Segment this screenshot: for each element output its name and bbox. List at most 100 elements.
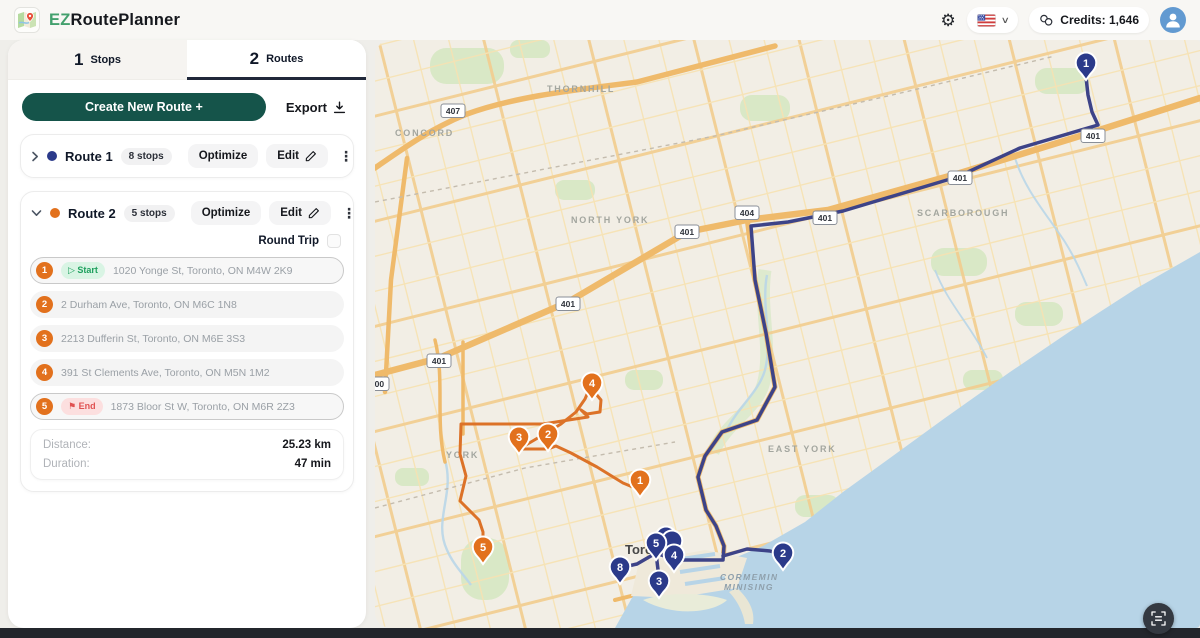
route2-edit-button[interactable]: Edit [269, 201, 331, 225]
route-card-2: Route 2 5 stops Optimize Edit ⋮ Round Tr… [20, 191, 354, 492]
svg-text:401: 401 [1086, 131, 1100, 141]
export-label: Export [286, 100, 327, 115]
credits-label: Credits: 1,646 [1060, 13, 1139, 27]
tab-stops-count: 1 [74, 50, 83, 70]
svg-text:404: 404 [740, 208, 754, 218]
us-flag-icon [977, 14, 996, 27]
tab-bar: 1 Stops 2 Routes [8, 40, 366, 80]
highway-shield-404: 404 [735, 206, 759, 220]
pencil-icon [308, 207, 320, 219]
pencil-icon [305, 150, 317, 162]
brand-ez: EZ [49, 11, 70, 29]
language-selector[interactable]: ∨ [967, 7, 1019, 33]
svg-text:5: 5 [480, 542, 486, 554]
top-bar: EZRoutePlanner ⚙ ∨ [0, 0, 1200, 40]
tab-routes[interactable]: 2 Routes [187, 40, 366, 80]
route1-name: Route 1 [65, 149, 113, 164]
stop-address: 391 St Clements Ave, Toronto, ON M5N 1M2 [61, 367, 270, 379]
tab-stops-label: Stops [90, 54, 121, 66]
coins-icon [1039, 14, 1054, 27]
round-trip-checkbox[interactable] [327, 234, 341, 248]
brand-rest: RoutePlanner [70, 11, 180, 29]
user-avatar[interactable] [1160, 7, 1186, 33]
map-water-label: CORMEMIN [720, 572, 778, 582]
svg-text:1: 1 [1083, 58, 1089, 70]
highway-shield-401: 401 [948, 171, 972, 185]
highway-shield-401: 401 [1081, 129, 1105, 143]
svg-text:401: 401 [432, 356, 446, 366]
map-fit-bounds-button[interactable] [1143, 603, 1174, 634]
page-bottom-edge [0, 628, 1200, 638]
route1-optimize-button[interactable]: Optimize [188, 144, 259, 168]
distance-label: Distance: [43, 439, 91, 451]
app-brand: EZRoutePlanner [14, 7, 180, 33]
map-water-label: MINISING [724, 582, 774, 592]
credits-pill[interactable]: Credits: 1,646 [1029, 7, 1149, 33]
svg-text:401: 401 [953, 173, 967, 183]
map-area-label: THORNHILL [547, 84, 615, 94]
route2-optimize-button[interactable]: Optimize [191, 201, 262, 225]
stop-item-1[interactable]: 1▷ Start1020 Yonge St, Toronto, ON M4W 2… [30, 257, 344, 284]
export-button[interactable]: Export [280, 99, 352, 116]
svg-text:3: 3 [516, 432, 522, 444]
map[interactable]: CONCORDTHORNHILLNORTH YORKSCARBOROUGHEAS… [375, 40, 1200, 628]
route2-stops-badge: 5 stops [124, 205, 175, 222]
svg-text:2: 2 [780, 548, 786, 560]
sidebar-panel: 1 Stops 2 Routes Create New Route + Expo… [8, 40, 366, 628]
stops-list: 1▷ Start1020 Yonge St, Toronto, ON M4W 2… [21, 255, 353, 426]
stop-number-badge: 2 [36, 296, 53, 313]
settings-gear-icon[interactable]: ⚙ [940, 12, 955, 29]
svg-text:5: 5 [653, 538, 659, 550]
stop-item-4[interactable]: 4 391 St Clements Ave, Toronto, ON M5N 1M… [30, 359, 344, 386]
tab-routes-count: 2 [250, 49, 259, 69]
round-trip-label: Round Trip [258, 235, 319, 247]
tab-stops[interactable]: 1 Stops [8, 40, 187, 80]
chevron-right-icon[interactable] [31, 151, 39, 162]
svg-text:3: 3 [656, 576, 662, 588]
svg-text:400: 400 [375, 379, 384, 389]
route2-edit-label: Edit [280, 207, 302, 219]
tab-routes-label: Routes [266, 53, 303, 65]
svg-text:407: 407 [446, 106, 460, 116]
route1-more-menu-icon[interactable]: ⋮ [336, 149, 356, 163]
svg-text:401: 401 [818, 213, 832, 223]
stop-number-badge: 5 [36, 398, 53, 415]
map-area-label: SCARBOROUGH [917, 208, 1009, 218]
svg-text:1: 1 [637, 475, 643, 487]
route2-name: Route 2 [68, 206, 116, 221]
svg-text:401: 401 [561, 299, 575, 309]
route1-edit-label: Edit [277, 150, 299, 162]
route1-edit-button[interactable]: Edit [266, 144, 328, 168]
stop-address: 1873 Bloor St W, Toronto, ON M6R 2Z3 [111, 401, 295, 413]
brand-text: EZRoutePlanner [49, 11, 180, 30]
map-canvas[interactable]: CONCORDTHORNHILLNORTH YORKSCARBOROUGHEAS… [375, 40, 1200, 628]
svg-text:401: 401 [680, 227, 694, 237]
stop-item-3[interactable]: 32213 Dufferin St, Toronto, ON M6E 3S3 [30, 325, 344, 352]
highway-shield-407: 407 [441, 104, 465, 118]
create-new-route-button[interactable]: Create New Route + [22, 93, 266, 121]
svg-text:8: 8 [617, 562, 623, 574]
scan-lines-icon [1151, 611, 1166, 626]
stop-item-2[interactable]: 22 Durham Ave, Toronto, ON M6C 1N8 [30, 291, 344, 318]
app-logo-map-icon [14, 7, 40, 33]
map-area-label: NORTH YORK [571, 215, 649, 225]
highway-shield-400: 400 [375, 377, 389, 391]
stop-address: 2213 Dufferin St, Toronto, ON M6E 3S3 [61, 333, 245, 345]
stop-item-5[interactable]: 5⚑ End1873 Bloor St W, Toronto, ON M6R 2… [30, 393, 344, 420]
highway-shield-401: 401 [556, 297, 580, 311]
route-summary-box: Distance: 25.23 km Duration: 47 min [30, 429, 344, 480]
route2-color-dot [50, 208, 60, 218]
route1-color-dot [47, 151, 57, 161]
highway-shield-401: 401 [813, 211, 837, 225]
stop-address: 1020 Yonge St, Toronto, ON M4W 2K9 [113, 265, 293, 277]
stop-number-badge: 1 [36, 262, 53, 279]
duration-value: 47 min [295, 458, 331, 470]
chevron-down-icon[interactable] [31, 209, 42, 217]
highway-shield-401: 401 [427, 354, 451, 368]
route1-stops-badge: 8 stops [121, 148, 172, 165]
route2-more-menu-icon[interactable]: ⋮ [339, 206, 359, 220]
highway-shield-401: 401 [675, 225, 699, 239]
person-icon [1160, 7, 1186, 33]
map-area-label: CONCORD [395, 128, 454, 138]
stop-number-badge: 4 [36, 364, 53, 381]
